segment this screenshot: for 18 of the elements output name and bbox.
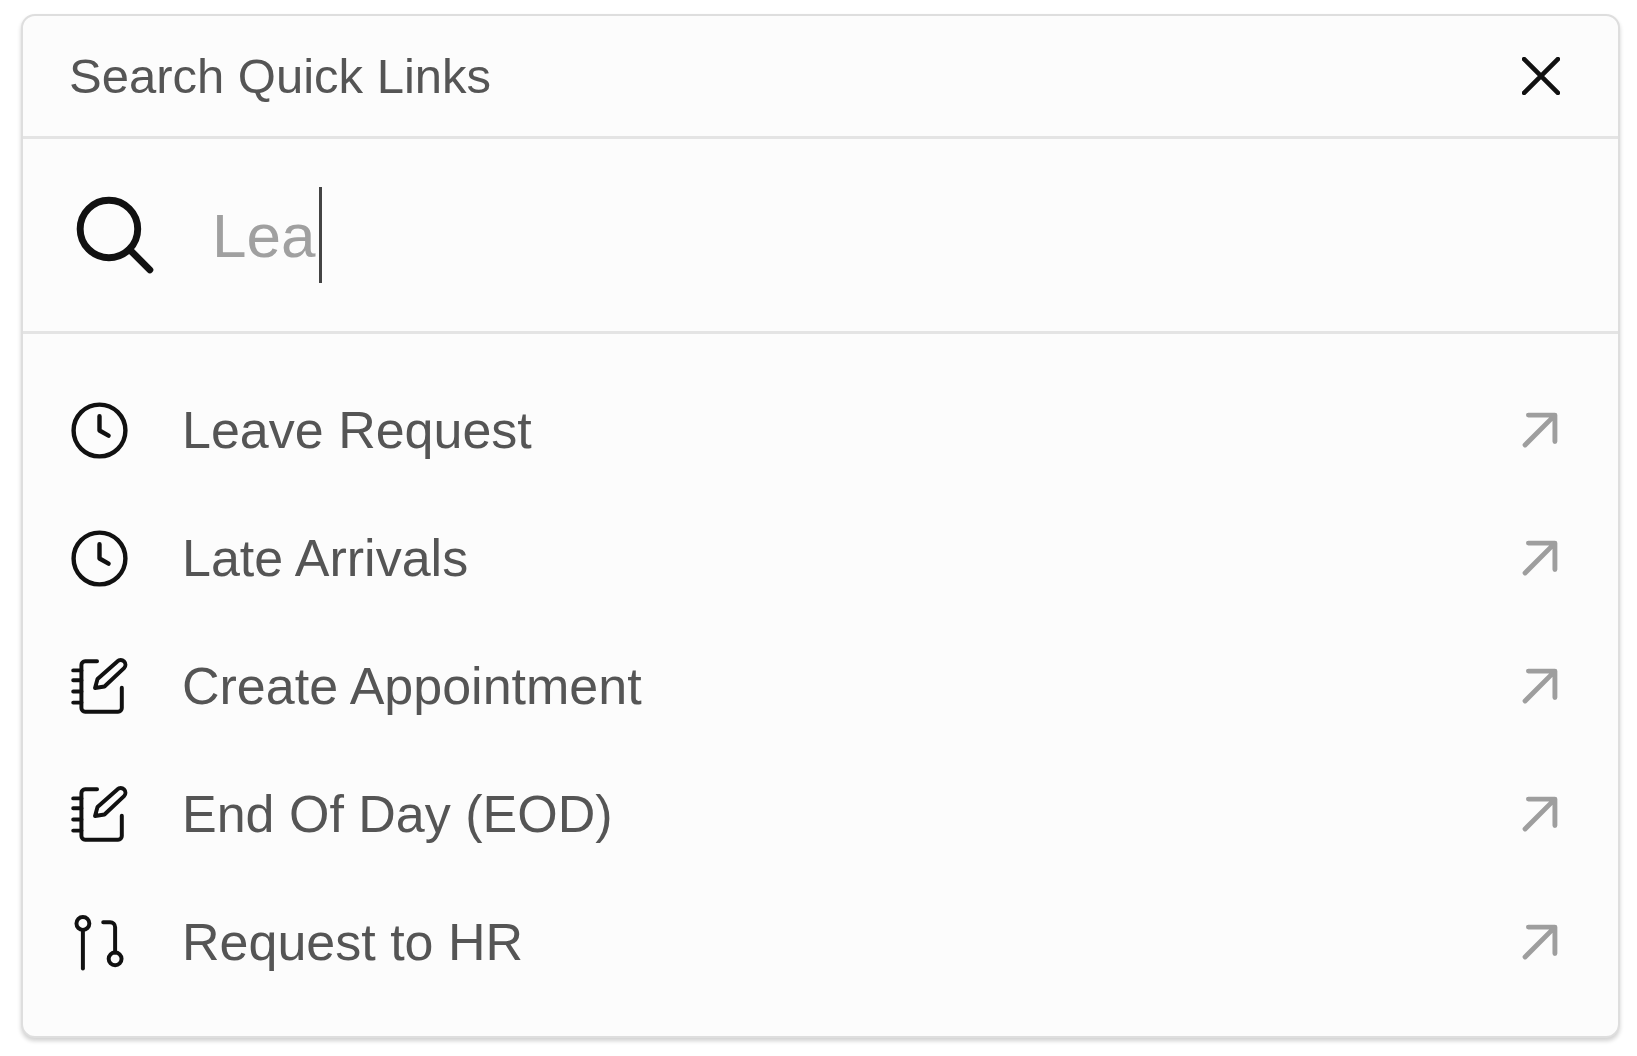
notebook-pencil-icon xyxy=(71,657,128,715)
arrow-up-right-icon xyxy=(1522,796,1558,832)
arrow-up-right-icon xyxy=(1522,412,1558,448)
dialog-title: Search Quick Links xyxy=(69,48,492,104)
arrow-up-right-icon xyxy=(1522,924,1558,960)
quick-link[interactable]: Leave Request xyxy=(23,366,1618,494)
arrow-up-right-icon xyxy=(1522,668,1558,704)
clock-icon xyxy=(71,401,128,459)
search-icon xyxy=(76,196,154,274)
notebook-pencil-icon xyxy=(71,785,128,843)
clock-icon xyxy=(71,529,128,587)
quick-link[interactable]: Late Arrivals xyxy=(23,494,1618,622)
quick-link[interactable]: Request to HR xyxy=(23,878,1618,1006)
arrow-up-right-icon xyxy=(1522,540,1558,576)
quick-link[interactable]: End Of Day (EOD) xyxy=(23,750,1618,878)
close-button[interactable] xyxy=(1522,57,1560,95)
close-icon xyxy=(1522,57,1560,95)
quick-link[interactable]: Create Appointment xyxy=(23,622,1618,750)
